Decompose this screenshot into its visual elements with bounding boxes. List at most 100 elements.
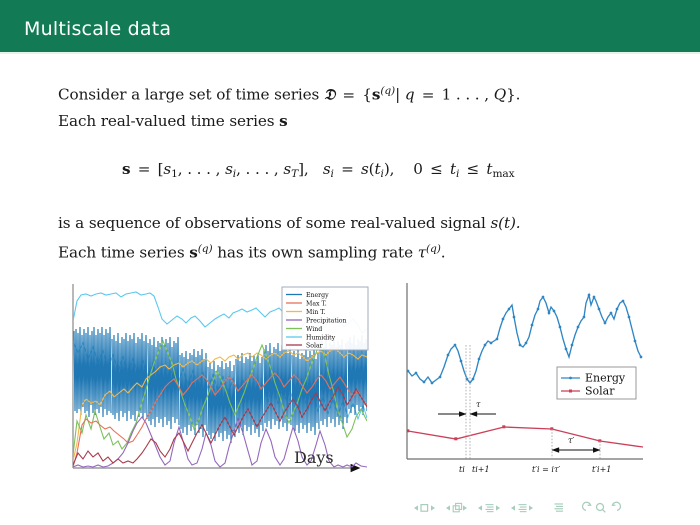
right-chart-svg: τ τ′ ti ti+1 t′i = iτ′ t′i+1 Energy Sola…: [406, 283, 643, 474]
legend-label-humidity: Humidity: [306, 335, 336, 342]
xtick-label-ti: ti: [459, 465, 465, 474]
display-equation: s = [s1, . . . , si, . . . , sT], si = s…: [122, 160, 515, 180]
body-line-2: Each real-valued time series s: [58, 112, 288, 130]
nav-back-icon[interactable]: [581, 501, 592, 512]
math-sup-q-3: (q): [426, 242, 441, 255]
math-sup-q-1: (q): [380, 84, 396, 97]
math-q-upper: Q: [493, 85, 507, 104]
annotation-tau: τ: [438, 400, 496, 417]
text-is-sequence: is a sequence of observations of some re…: [58, 214, 486, 232]
eq-s-T: s: [283, 160, 292, 178]
eq-bracket-close: ],: [298, 160, 309, 178]
nav-next-frame-icon[interactable]: [463, 505, 467, 511]
eq-sub-1: 1: [171, 166, 178, 180]
eq-leq-1: ≤: [430, 160, 443, 178]
right-chart-legend: Energy Solar: [556, 366, 637, 400]
legend-label-max-t: Max T.: [306, 301, 327, 308]
page-title: Multiscale data: [24, 18, 172, 40]
legend-label-precipitation: Precipitation: [306, 318, 347, 325]
nav-subsection-icon[interactable]: [485, 504, 494, 513]
nav-frame-group[interactable]: [446, 502, 467, 513]
eq-equals-1: =: [137, 160, 151, 178]
math-brace-close: }.: [506, 85, 521, 104]
beamer-navigation-bar[interactable]: [414, 500, 684, 516]
text-each-real-valued: Each real-valued time series: [58, 112, 275, 130]
text-consider: Consider a large set of time series: [58, 85, 320, 104]
eq-s-func: s: [360, 160, 369, 178]
math-bold-s-3: s: [189, 243, 198, 262]
eq-equals-2: =: [341, 160, 354, 178]
math-final-period: .: [440, 243, 446, 262]
math-sup-q-2: (q): [197, 242, 213, 255]
nav-history-group[interactable]: [581, 501, 622, 513]
nav-next-subsection-icon[interactable]: [496, 505, 500, 511]
math-tau: τ: [417, 243, 426, 262]
legend-label-solar-zoom: Solar: [585, 385, 615, 398]
eq-sub-i-4: i: [456, 166, 460, 180]
nav-toc-icon[interactable]: [554, 503, 564, 512]
eq-paren-close: ),: [383, 160, 395, 178]
title-rule-divider: [0, 52, 700, 54]
nav-prev-section-icon[interactable]: [511, 505, 515, 511]
legend-label-energy-zoom: Energy: [585, 372, 626, 385]
nav-slide-icon[interactable]: [420, 503, 429, 512]
xtick-label-ti-plus1: ti+1: [472, 465, 490, 474]
nav-section-group[interactable]: [511, 504, 533, 513]
legend-label-min-t: Min T.: [306, 309, 325, 316]
nav-prev-subsection-icon[interactable]: [478, 505, 482, 511]
legend-label-wind: Wind: [306, 326, 322, 333]
nav-subsection-group[interactable]: [478, 504, 500, 513]
nav-section-icon[interactable]: [518, 504, 527, 513]
legend-label-energy: Energy: [306, 292, 329, 299]
math-s-of-t: s(t).: [490, 214, 521, 232]
xtick-label-tprime-i-plus1: t′i+1: [592, 465, 611, 474]
eq-sub-max: max: [492, 166, 515, 180]
text-has-own-rate: has its own sampling rate: [217, 243, 413, 262]
left-chart-xlabel: Days: [294, 448, 334, 467]
annotation-tau-label: τ: [476, 400, 481, 409]
nav-search-handle-icon[interactable]: [602, 509, 606, 513]
eq-comma-dots-2: , . . . ,: [236, 160, 279, 178]
slide-root: Multiscale data Consider a large set of …: [0, 0, 700, 525]
nav-next-section-icon[interactable]: [529, 505, 533, 511]
math-one-dots: 1 . . . ,: [441, 85, 489, 104]
eq-s-i: s: [225, 160, 233, 178]
nav-slide-group[interactable]: [414, 503, 435, 512]
math-q-lower: q: [404, 85, 415, 104]
slide-title-bar: Multiscale data: [0, 0, 700, 52]
eq-leq-2: ≤: [466, 160, 480, 178]
nav-prev-frame-icon[interactable]: [446, 505, 450, 511]
math-equals-1: =: [342, 85, 356, 104]
nav-forward-icon[interactable]: [611, 501, 622, 512]
math-equals-2: =: [421, 85, 435, 104]
xtick-label-tprime-i: t′i = iτ′: [532, 465, 560, 474]
nav-next-slide-icon[interactable]: [431, 505, 435, 511]
body-line-4: Each time series s(q) has its own sampli…: [58, 242, 446, 262]
eq-lhs-bold-s: s: [122, 160, 131, 178]
nav-prev-slide-icon[interactable]: [414, 505, 418, 511]
body-line-1: Consider a large set of time series 𝔇 = …: [58, 84, 520, 105]
nav-svg: [414, 501, 622, 513]
eq-comma-dots-1: , . . . ,: [177, 160, 221, 178]
chart-sampling-rate-zoom: τ τ′ ti ti+1 t′i = iτ′ t′i+1 Energy Sola…: [400, 283, 643, 480]
annotation-tau-prime: τ′: [551, 436, 601, 453]
eq-s: s: [163, 160, 172, 178]
legend-label-solar: Solar: [306, 343, 323, 350]
tau-prime-guide-lines: [551, 429, 601, 459]
eq-zero: 0: [413, 160, 423, 178]
math-bold-s-2: s: [279, 112, 288, 130]
left-chart-legend: Energy Max T. Min T. Precipitation Wind …: [281, 286, 369, 351]
eq-si-2: s: [322, 160, 331, 178]
math-brace-open: {: [362, 85, 372, 104]
nav-search-icon[interactable]: [595, 502, 605, 512]
math-frak-d: 𝔇: [324, 85, 336, 104]
math-vertical-bar: |: [395, 85, 401, 104]
chart-multivariate-timeseries: Energy Max T. Min T. Precipitation Wind …: [64, 283, 370, 480]
eq-sub-i-2: i: [330, 166, 334, 180]
nav-frame-icon[interactable]: [452, 502, 463, 513]
text-each-time-series: Each time series: [58, 243, 185, 262]
annotation-tau-prime-label: τ′: [568, 436, 574, 445]
body-line-3: is a sequence of observations of some re…: [58, 214, 521, 232]
left-chart-svg: Energy Max T. Min T. Precipitation Wind …: [72, 284, 369, 473]
tau-guide-lines: [465, 345, 471, 459]
